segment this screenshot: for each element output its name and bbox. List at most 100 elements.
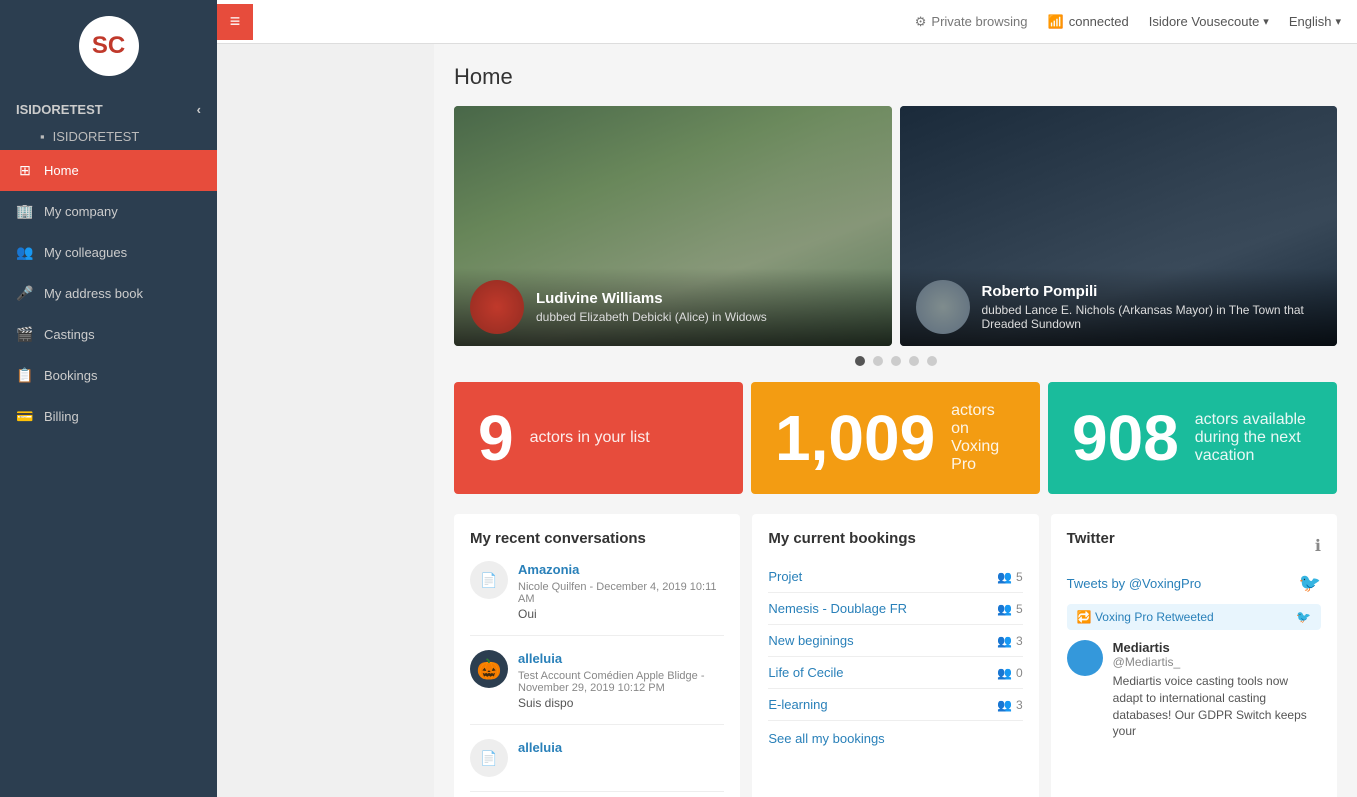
retweet-text: Voxing Pro Retweeted [1095, 610, 1214, 624]
booking-count-nemesis: 👥 5 [997, 602, 1023, 616]
people-icon-nemesis: 👥 [997, 602, 1012, 616]
retweet-icon: 🔁 [1077, 610, 1092, 624]
carousel-dot-5[interactable] [927, 356, 937, 366]
stat-actors-vacation[interactable]: 908 actors available during the next vac… [1048, 382, 1337, 494]
sidebar-account-section[interactable]: ISIDORETEST ‹ [0, 92, 217, 123]
count-projet: 5 [1016, 570, 1023, 584]
actor-info-left: Ludivine Williams dubbed Elizabeth Debic… [536, 290, 767, 324]
user-chevron-icon: ▾ [1263, 15, 1269, 28]
tweet-item: Mediartis @Mediartis_ Mediartis voice ca… [1067, 640, 1321, 740]
private-browsing-toggle[interactable]: ⚙ Private browsing [915, 14, 1028, 30]
twitter-card: Twitter ℹ Tweets by @VoxingPro 🐦 🔁 Voxin… [1051, 514, 1337, 797]
stat-label-actors-voxing: actors on Voxing Pro [951, 402, 1016, 474]
booking-count-life-of-cecile: 👥 0 [997, 666, 1023, 680]
sidebar-item-label: Castings [44, 327, 95, 342]
connected-status: 📶 connected [1048, 14, 1129, 30]
sidebar-item-my-company[interactable]: 🏢 My company [0, 191, 217, 232]
toggle-icon: ⚙ [915, 14, 927, 30]
stat-label-actors-vacation: actors available during the next vacatio… [1195, 411, 1313, 465]
carousel-dot-1[interactable] [855, 356, 865, 366]
booking-row-projet: Projet 👥 5 [768, 561, 1022, 593]
stat-num-actors-list: 9 [478, 406, 514, 470]
booking-link-life-of-cecile[interactable]: Life of Cecile [768, 665, 843, 680]
carousel-dot-2[interactable] [873, 356, 883, 366]
stat-actors-list[interactable]: 9 actors in your list [454, 382, 743, 494]
conv-meta-amazonia: Nicole Quilfen - December 4, 2019 10:11 … [518, 581, 724, 605]
count-new-beginings: 3 [1016, 634, 1023, 648]
conv-link-amazonia[interactable]: Amazonia [518, 562, 579, 577]
conv-text-amazonia: Oui [518, 607, 724, 621]
actor-info-right: Roberto Pompili dubbed Lance E. Nichols … [982, 283, 1322, 331]
conversation-item-alleluia-1: 🎃 alleluia Test Account Comédien Apple B… [470, 650, 724, 725]
actor-thumb-right [916, 280, 970, 334]
info-icon[interactable]: ℹ [1315, 536, 1321, 556]
bookings-icon: 📋 [16, 367, 34, 384]
sidebar-item-my-address-book[interactable]: 🎤 My address book [0, 273, 217, 314]
sidebar-account-sub[interactable]: ▪ ISIDORETEST [0, 123, 217, 150]
language-selector[interactable]: English ▾ [1289, 14, 1341, 29]
carousel-item-right[interactable]: Roberto Pompili dubbed Lance E. Nichols … [900, 106, 1338, 346]
sidebar-logo: SC [0, 0, 217, 92]
sidebar-item-home[interactable]: ⊞ Home [0, 150, 217, 191]
people-icon-projet: 👥 [997, 570, 1012, 584]
twitter-icon-small: 🐦 [1296, 610, 1311, 624]
tweets-by: Tweets by @VoxingPro [1067, 576, 1202, 591]
bookings-title: My current bookings [768, 530, 1022, 547]
topbar: ≡ ⚙ Private browsing 📶 connected Isidore… [217, 0, 1357, 44]
tweets-by-label: Tweets by [1067, 576, 1126, 591]
sidebar-item-billing[interactable]: 💳 Billing [0, 396, 217, 437]
bookings-card: My current bookings Projet 👥 5 Nemesis -… [752, 514, 1038, 797]
booking-link-new-beginings[interactable]: New beginings [768, 633, 853, 648]
conv-link-alleluia-2[interactable]: alleluia [518, 740, 562, 755]
main-content: Home Ludivine Williams dubbed Elizabeth … [434, 44, 1357, 797]
private-browsing-label: Private browsing [931, 14, 1027, 29]
booking-link-elearning[interactable]: E-learning [768, 697, 827, 712]
booking-count-elearning: 👥 3 [997, 698, 1023, 712]
tweet-text: Mediartis voice casting tools now adapt … [1113, 673, 1321, 740]
user-menu[interactable]: Isidore Vousecoute ▾ [1149, 14, 1269, 29]
sidebar-sub-label: ISIDORETEST [53, 129, 140, 144]
retweet-label: 🔁 Voxing Pro Retweeted [1077, 610, 1214, 624]
stat-num-actors-vacation: 908 [1072, 406, 1179, 470]
see-all-bookings-link[interactable]: See all my bookings [768, 731, 1022, 746]
menu-toggle-button[interactable]: ≡ [217, 4, 253, 40]
carousel-item-left[interactable]: Ludivine Williams dubbed Elizabeth Debic… [454, 106, 892, 346]
conv-body-alleluia-2: alleluia [518, 739, 562, 777]
tweet-name: Mediartis [1113, 640, 1321, 655]
twitter-header: Twitter ℹ [1067, 530, 1321, 561]
actor-thumb-left [470, 280, 524, 334]
carousel-overlay-right: Roberto Pompili dubbed Lance E. Nichols … [900, 268, 1338, 346]
stat-actors-voxing[interactable]: 1,009 actors on Voxing Pro [751, 382, 1040, 494]
sidebar-item-label: Home [44, 163, 79, 178]
carousel-dot-4[interactable] [909, 356, 919, 366]
booking-link-projet[interactable]: Projet [768, 569, 802, 584]
booking-row-nemesis: Nemesis - Doublage FR 👥 5 [768, 593, 1022, 625]
conv-link-alleluia-1[interactable]: alleluia [518, 651, 562, 666]
conversations-title: My recent conversations [470, 530, 724, 547]
sidebar-item-castings[interactable]: 🎬 Castings [0, 314, 217, 355]
logo-icon: SC [79, 16, 139, 76]
tweet-avatar [1067, 640, 1103, 676]
sidebar-item-my-colleagues[interactable]: 👥 My colleagues [0, 232, 217, 273]
booking-row-life-of-cecile: Life of Cecile 👥 0 [768, 657, 1022, 689]
count-nemesis: 5 [1016, 602, 1023, 616]
sidebar-item-bookings[interactable]: 📋 Bookings [0, 355, 217, 396]
topbar-right: ⚙ Private browsing 📶 connected Isidore V… [915, 14, 1341, 30]
hamburger-icon: ≡ [230, 11, 241, 32]
carousel-dots [454, 356, 1337, 366]
booking-count-projet: 👥 5 [997, 570, 1023, 584]
castings-icon: 🎬 [16, 326, 34, 343]
company-icon: 🏢 [16, 203, 34, 220]
booking-row-new-beginings: New beginings 👥 3 [768, 625, 1022, 657]
carousel-overlay-left: Ludivine Williams dubbed Elizabeth Debic… [454, 268, 892, 346]
sidebar-item-label: My company [44, 204, 118, 219]
stat-label-actors-list: actors in your list [530, 429, 650, 447]
tweet-handle: @Mediartis_ [1113, 655, 1321, 669]
conv-text-alleluia-1: Suis dispo [518, 696, 724, 710]
carousel-dot-3[interactable] [891, 356, 901, 366]
people-icon-life-of-cecile: 👥 [997, 666, 1012, 680]
count-elearning: 3 [1016, 698, 1023, 712]
booking-link-nemesis[interactable]: Nemesis - Doublage FR [768, 601, 907, 616]
language-label: English [1289, 14, 1332, 29]
people-icon-new-beginings: 👥 [997, 634, 1012, 648]
